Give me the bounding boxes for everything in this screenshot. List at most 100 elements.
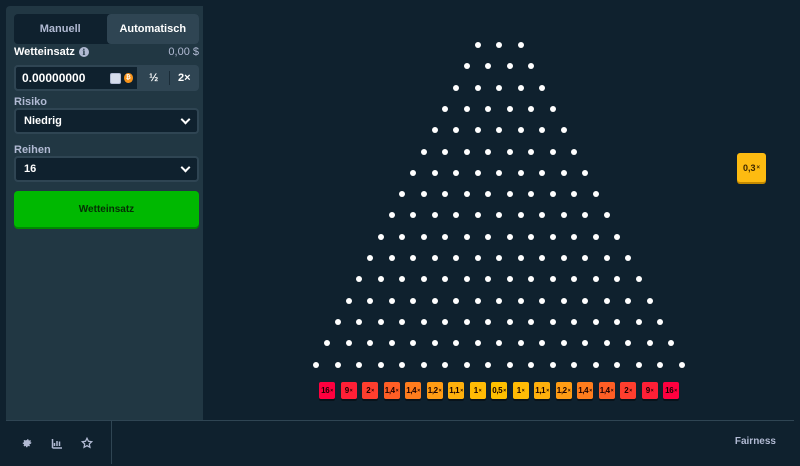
peg	[496, 297, 502, 304]
peg	[410, 297, 416, 304]
tab-manual[interactable]: Manuell	[14, 14, 107, 44]
peg	[496, 212, 502, 219]
double-bet-button[interactable]: 2×	[170, 65, 200, 91]
peg	[463, 63, 470, 70]
peg	[399, 361, 406, 368]
peg	[571, 318, 578, 325]
peg	[560, 212, 567, 219]
peg	[496, 84, 502, 91]
multiplier-slot: 1,4 ×	[598, 382, 615, 399]
chart-icon[interactable]	[51, 437, 63, 449]
peg	[388, 255, 395, 261]
peg	[506, 318, 513, 325]
peg	[442, 105, 449, 112]
risk-label-row: Risiko	[14, 96, 199, 108]
multiplier-value: 1	[516, 386, 521, 395]
peg	[506, 148, 513, 155]
peg	[420, 361, 427, 368]
peg	[388, 340, 395, 347]
multiplier-value: 9	[645, 386, 650, 395]
multiplier-value: 1,2	[556, 386, 567, 395]
multiplier-slot: 1,1 ×	[448, 382, 464, 399]
peg	[410, 169, 416, 176]
peg	[517, 212, 524, 219]
rows-label: Reihen	[14, 144, 51, 156]
peg	[485, 105, 492, 112]
peg	[485, 191, 492, 198]
bet-amount-input[interactable]	[22, 71, 108, 85]
peg	[496, 169, 502, 176]
peg	[528, 318, 535, 325]
half-bet-button[interactable]: ½	[139, 65, 169, 91]
multiplier-value: 16	[665, 386, 674, 395]
peg	[377, 318, 384, 325]
peg	[420, 276, 427, 283]
peg	[539, 297, 545, 304]
plinko-app: Manuell Automatisch Wetteinsatz i 0,00 $…	[0, 0, 800, 466]
bet-sidebar: Manuell Automatisch Wetteinsatz i 0,00 $…	[6, 6, 203, 420]
peg	[549, 318, 556, 325]
peg	[431, 169, 438, 176]
peg	[539, 340, 545, 347]
peg	[614, 276, 621, 283]
risk-select[interactable]: Niedrig	[14, 108, 199, 134]
info-icon[interactable]: i	[78, 47, 89, 57]
peg	[420, 318, 427, 325]
peg	[678, 361, 685, 368]
peg	[549, 105, 556, 112]
footer-icons	[6, 421, 112, 464]
bet-input-wrap: ₿	[14, 65, 139, 91]
peg	[517, 169, 524, 176]
peg	[560, 255, 567, 261]
risk-value: Niedrig	[24, 115, 62, 127]
peg	[517, 340, 524, 347]
bitcoin-icon: ₿	[123, 73, 133, 83]
peg	[592, 361, 599, 368]
peg	[668, 340, 674, 347]
multiplier-value: 1,4	[406, 386, 417, 395]
peg	[582, 212, 588, 219]
peg	[517, 84, 524, 91]
peg	[549, 191, 556, 198]
fairness-link[interactable]: Fairness	[735, 436, 776, 447]
peg	[506, 233, 513, 240]
plinko-board	[203, 6, 794, 420]
peg	[474, 255, 481, 261]
multiplier-suffix: ×	[674, 387, 677, 394]
multiplier-suffix: ×	[629, 387, 632, 394]
peg	[442, 148, 449, 155]
multiplier-slot: 16 ×	[319, 382, 335, 399]
peg	[560, 340, 567, 347]
peg	[603, 212, 610, 219]
peg	[431, 297, 438, 304]
peg	[431, 212, 438, 219]
bet-amount-label: Wetteinsatz	[14, 46, 75, 58]
place-bet-button[interactable]: Wetteinsatz	[14, 191, 199, 227]
peg	[399, 276, 406, 283]
peg	[420, 191, 427, 198]
gear-icon[interactable]	[21, 437, 33, 449]
star-icon[interactable]	[81, 436, 93, 449]
peg	[517, 127, 524, 134]
peg	[528, 191, 535, 198]
peg	[453, 212, 459, 219]
peg	[334, 361, 341, 368]
peg	[560, 169, 567, 176]
peg	[549, 361, 556, 368]
multiplier-value: 1,4	[578, 386, 589, 395]
multiplier-slot: 2 ×	[362, 382, 378, 399]
peg	[614, 361, 621, 368]
peg	[496, 340, 502, 347]
rows-select[interactable]: 16	[14, 156, 199, 182]
peg	[506, 63, 513, 70]
peg	[539, 169, 545, 176]
peg	[474, 84, 481, 91]
peg	[474, 42, 481, 48]
peg	[485, 276, 492, 283]
tab-auto[interactable]: Automatisch	[106, 14, 199, 44]
peg	[420, 148, 427, 155]
peg	[399, 191, 406, 198]
peg	[442, 361, 449, 368]
peg	[614, 318, 621, 325]
peg	[539, 255, 545, 261]
